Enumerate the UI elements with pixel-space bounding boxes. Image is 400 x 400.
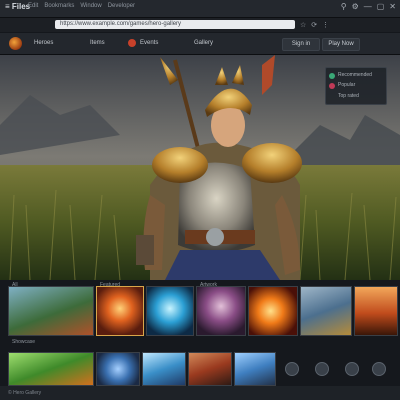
sign-in-button[interactable]: Sign in — [282, 38, 320, 51]
reload-icon[interactable]: ⟳ — [311, 21, 317, 29]
play-now-button[interactable]: Play Now — [322, 38, 360, 51]
panel-item-top-rated[interactable]: Top rated — [338, 93, 359, 99]
gallery-nav-icon[interactable] — [315, 362, 329, 376]
footer: © Hero Gallery — [0, 386, 400, 400]
menu-item-bookmarks[interactable]: Bookmarks — [44, 3, 74, 9]
app-menu-button[interactable]: ≡ Files — [5, 2, 30, 11]
menu-item-window[interactable]: Window — [80, 3, 101, 9]
gallery-thumb-frost-knight[interactable] — [300, 286, 352, 336]
menu-bar: Edit Bookmarks Window Developer — [28, 3, 135, 9]
gallery-thumb-sky-guardian[interactable] — [142, 352, 186, 386]
gallery-thumb-ranger-duo[interactable] — [8, 286, 94, 336]
gallery-thumb-ember-field[interactable] — [354, 286, 398, 336]
gallery-thumb-forest-scout[interactable] — [8, 352, 94, 386]
gallery-nav-icon[interactable] — [372, 362, 386, 376]
site-navigation: Heroes Items Events Gallery Sign in Play… — [0, 33, 400, 55]
close-icon[interactable]: ✕ — [389, 2, 396, 11]
address-bar: https://www.example.com/games/hero-galle… — [0, 18, 400, 32]
menu-item-edit[interactable]: Edit — [28, 3, 38, 9]
footer-text: © Hero Gallery — [8, 390, 42, 396]
gallery-thumb-fire-warlock[interactable] — [96, 286, 144, 336]
notification-badge — [128, 39, 136, 47]
gallery-thumb-tide-hunter[interactable] — [234, 352, 276, 386]
minimize-icon[interactable]: — — [364, 2, 372, 11]
filter-showcase[interactable]: Showcase — [12, 339, 35, 345]
menu-item-developer[interactable]: Developer — [108, 3, 135, 9]
gallery-nav-icon[interactable] — [345, 362, 359, 376]
nav-item-events[interactable]: Events — [140, 40, 158, 46]
more-menu-icon[interactable]: ⋮ — [322, 21, 329, 29]
site-logo[interactable] — [9, 37, 22, 50]
gallery-thumb-blue-brute[interactable] — [96, 352, 140, 386]
title-bar: ≡ Files Edit Bookmarks Window Developer … — [0, 0, 400, 18]
nav-item-gallery[interactable]: Gallery — [194, 40, 213, 46]
window-controls: ⚲ ⚙ — ▢ ✕ — [341, 2, 396, 11]
browser-actions: ☆ ⟳ ⋮ — [300, 21, 329, 29]
gallery-thumb-inferno-lord[interactable] — [248, 286, 298, 336]
status-dot-icon — [329, 83, 335, 89]
status-dot-icon — [329, 73, 335, 79]
panel-item-popular[interactable]: Popular — [338, 82, 355, 88]
gallery-thumb-red-warrior[interactable] — [188, 352, 232, 386]
maximize-icon[interactable]: ▢ — [377, 2, 385, 11]
recommendation-panel: Recommended Popular Top rated — [325, 67, 387, 105]
gallery-section: All Featured Artwork Showcase — [0, 280, 400, 400]
gallery-nav-icon[interactable] — [285, 362, 299, 376]
url-text[interactable]: https://www.example.com/games/hero-galle… — [60, 21, 181, 27]
gallery-thumb-shadow-queen[interactable] — [196, 286, 246, 336]
gallery-thumb-storm-mage[interactable] — [146, 286, 194, 336]
search-icon[interactable]: ⚲ — [341, 2, 347, 11]
panel-item-recommended[interactable]: Recommended — [338, 72, 372, 78]
gear-icon[interactable]: ⚙ — [352, 2, 359, 11]
nav-item-heroes[interactable]: Heroes — [34, 40, 53, 46]
bookmark-star-icon[interactable]: ☆ — [300, 21, 306, 29]
hero-banner: Recommended Popular Top rated — [0, 55, 400, 280]
nav-item-items[interactable]: Items — [90, 40, 105, 46]
